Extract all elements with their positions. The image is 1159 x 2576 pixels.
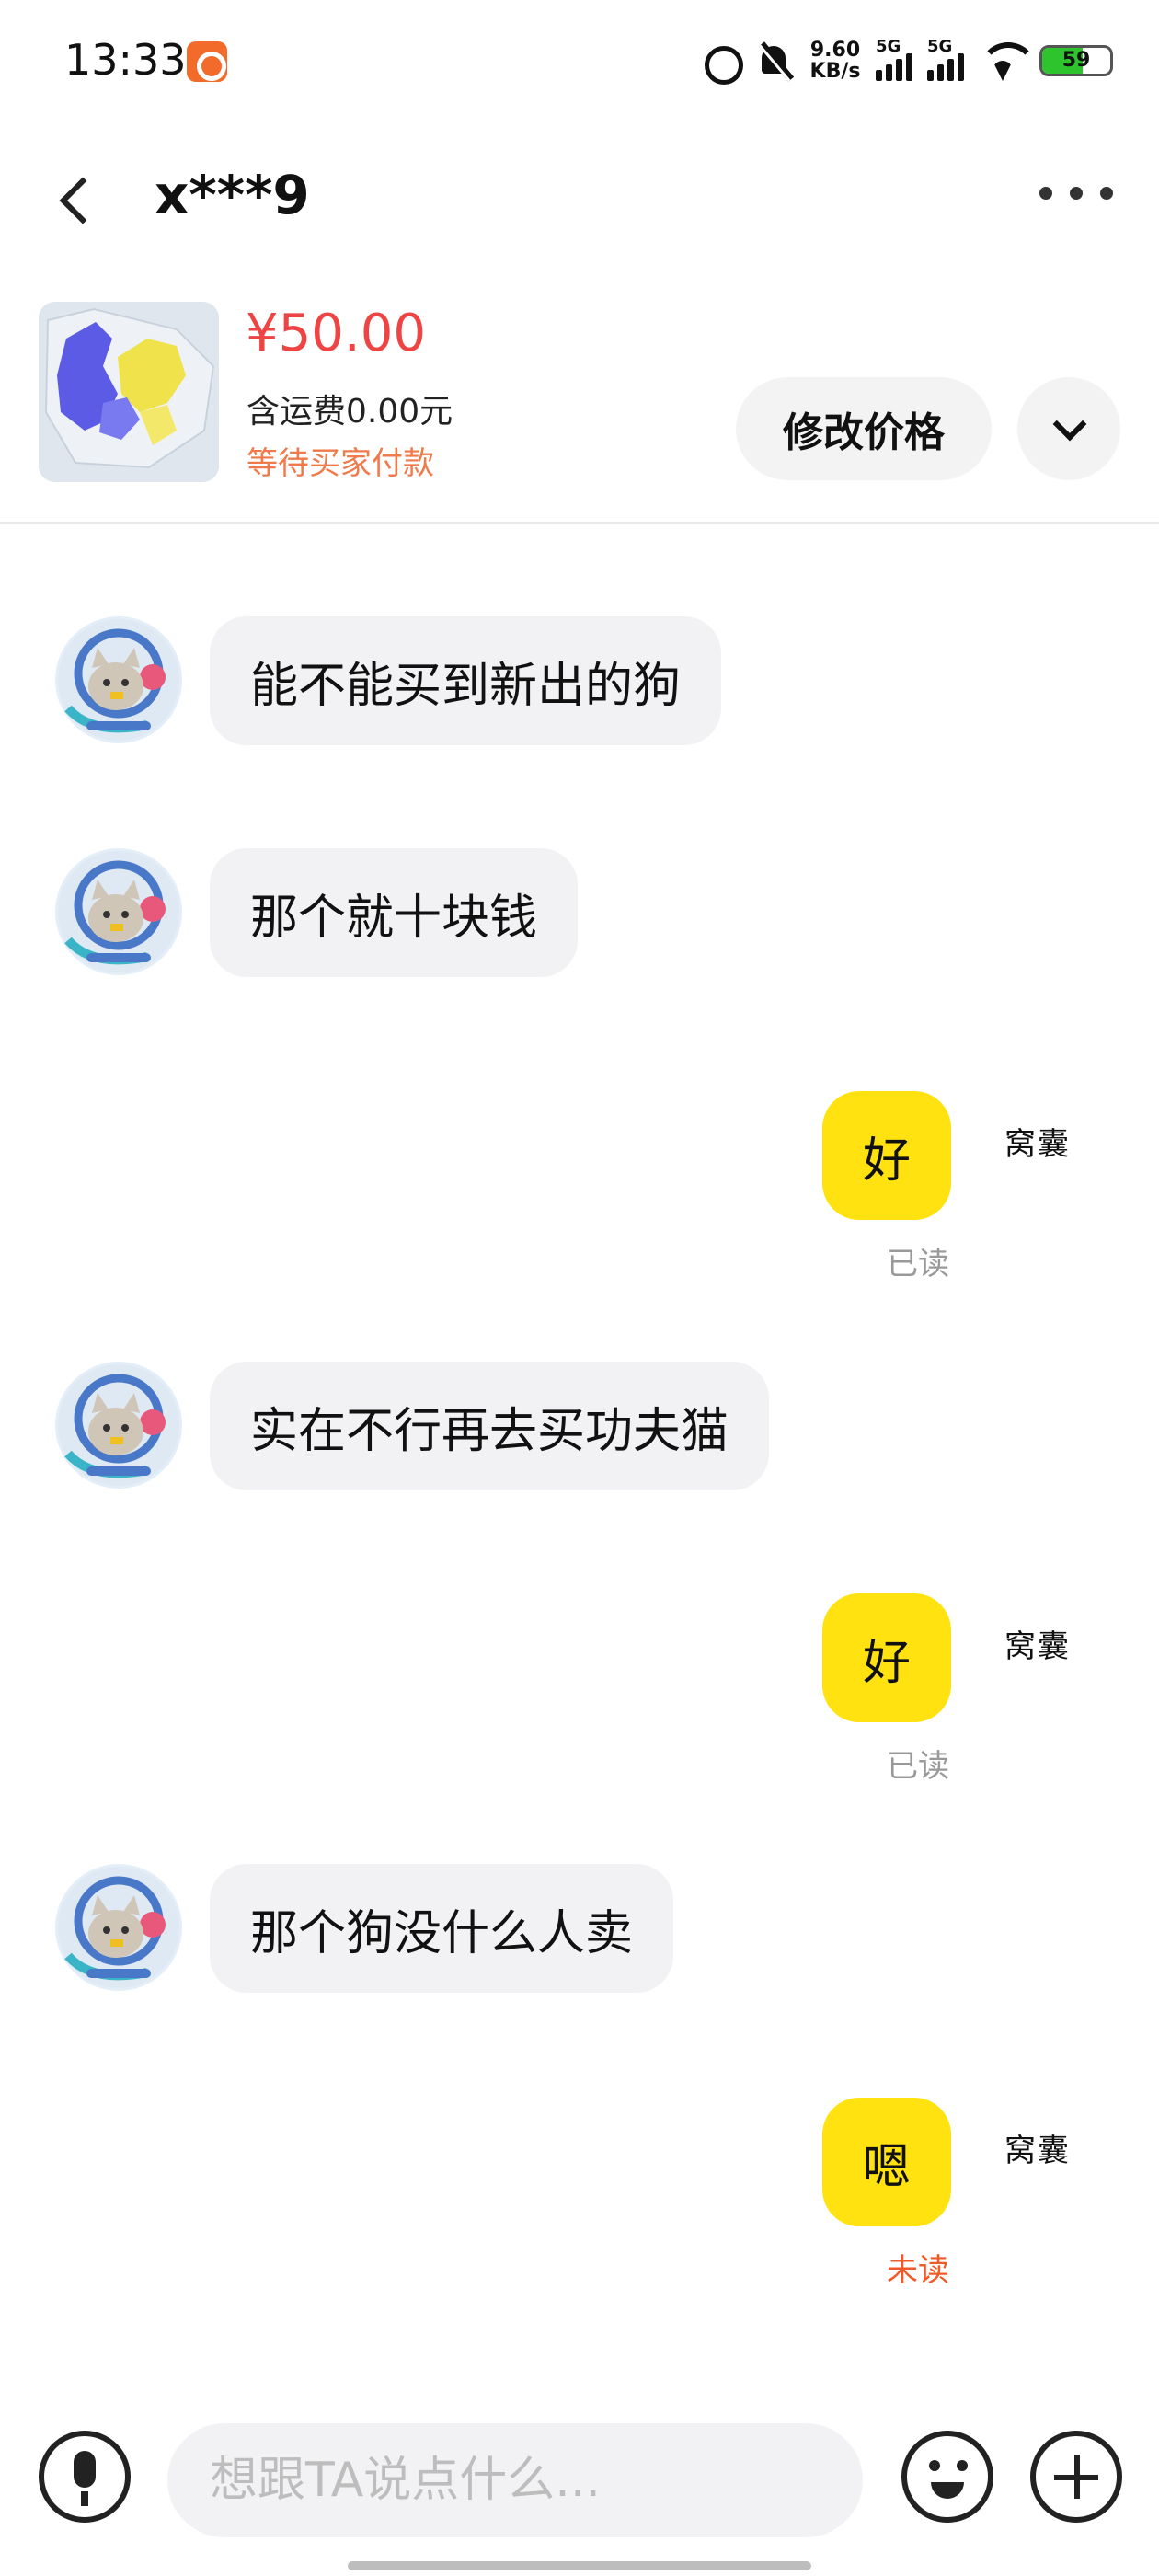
message-bubble-received[interactable]: 实在不行再去买功夫猫 [210, 1362, 770, 1490]
cat-avatar-image [58, 619, 179, 741]
my-avatar[interactable]: 窝囊 [1004, 1621, 1078, 1665]
read-status: 已读 [887, 1748, 949, 1785]
signal-bar [927, 70, 934, 81]
message-input[interactable] [167, 2423, 863, 2537]
contact-avatar[interactable] [55, 1864, 182, 1991]
chat-title: x***9 [155, 164, 310, 226]
battery-icon: 59 [1039, 45, 1113, 76]
contact-avatar[interactable] [55, 848, 182, 975]
wifi-icon [979, 40, 1038, 81]
alarm-icon [701, 40, 743, 85]
chevron-left-icon[interactable] [46, 166, 110, 230]
signal-bar [947, 59, 954, 81]
read-status: 未读 [887, 2252, 949, 2289]
home-indicator[interactable] [348, 2561, 811, 2570]
contact-avatar[interactable] [55, 1362, 182, 1489]
signal-bar [886, 64, 892, 81]
input-bar [0, 2410, 1159, 2548]
status-bar: 13:33 9.60 KB/s 5G 5G 59 [0, 0, 1159, 120]
net-speed: 9.60 KB/s [808, 40, 863, 82]
net-speed-unit: KB/s [809, 60, 861, 83]
microphone-icon[interactable] [39, 2431, 131, 2523]
my-avatar[interactable]: 窝囊 [1004, 2125, 1078, 2169]
signal-bar [937, 64, 944, 81]
signal-label: 5G [927, 37, 953, 56]
signal-bar [906, 53, 912, 81]
dot [1039, 187, 1052, 200]
message-bubble-received[interactable]: 能不能买到新出的狗 [210, 616, 722, 745]
dot [1100, 187, 1113, 200]
chevron-down-icon[interactable] [1017, 377, 1120, 480]
message-bubble-sent[interactable]: 嗯 [822, 2098, 951, 2226]
cat-avatar-image [58, 851, 179, 972]
message-bubble-sent[interactable]: 好 [822, 1091, 951, 1220]
signal-icon: 5G [876, 37, 914, 81]
cat-avatar-image [58, 1364, 179, 1486]
signal-bar [896, 59, 902, 81]
signal-bar [958, 53, 964, 81]
status-icons: 9.60 KB/s 5G 5G 59 [701, 33, 1113, 88]
map-image [39, 302, 219, 482]
message-bubble-received[interactable]: 那个狗没什么人卖 [210, 1864, 674, 1993]
read-status: 已读 [887, 1246, 949, 1282]
battery-level: 59 [1061, 49, 1091, 72]
order-status: 等待买家付款 [247, 445, 434, 482]
more-dots-icon[interactable] [1039, 179, 1113, 207]
net-speed-value: 9.60 [809, 39, 861, 62]
chat-header: x***9 [0, 138, 1159, 248]
edit-price-button[interactable]: 修改价格 [736, 377, 992, 480]
dot [1070, 187, 1083, 200]
signal-icon: 5G [927, 37, 966, 81]
plus-icon[interactable] [1030, 2431, 1122, 2523]
product-price: ¥50.00 [246, 304, 426, 363]
message-bubble-received[interactable]: 那个就十块钱 [210, 848, 579, 977]
app-notification-icon [187, 41, 227, 82]
status-time: 13:33 [64, 35, 187, 85]
my-avatar[interactable]: 窝囊 [1004, 1119, 1078, 1163]
cat-avatar-image [58, 1867, 179, 1988]
emoji-icon[interactable] [901, 2431, 993, 2523]
signal-bar [876, 70, 882, 81]
product-card: ¥50.00 含运费0.00元 等待买家付款 修改价格 [0, 294, 1159, 524]
product-thumbnail[interactable] [39, 302, 219, 482]
product-shipping: 含运费0.00元 [247, 393, 453, 431]
signal-label: 5G [876, 37, 901, 56]
contact-avatar[interactable] [55, 616, 182, 743]
message-bubble-sent[interactable]: 好 [822, 1593, 951, 1722]
mute-icon [754, 40, 795, 81]
